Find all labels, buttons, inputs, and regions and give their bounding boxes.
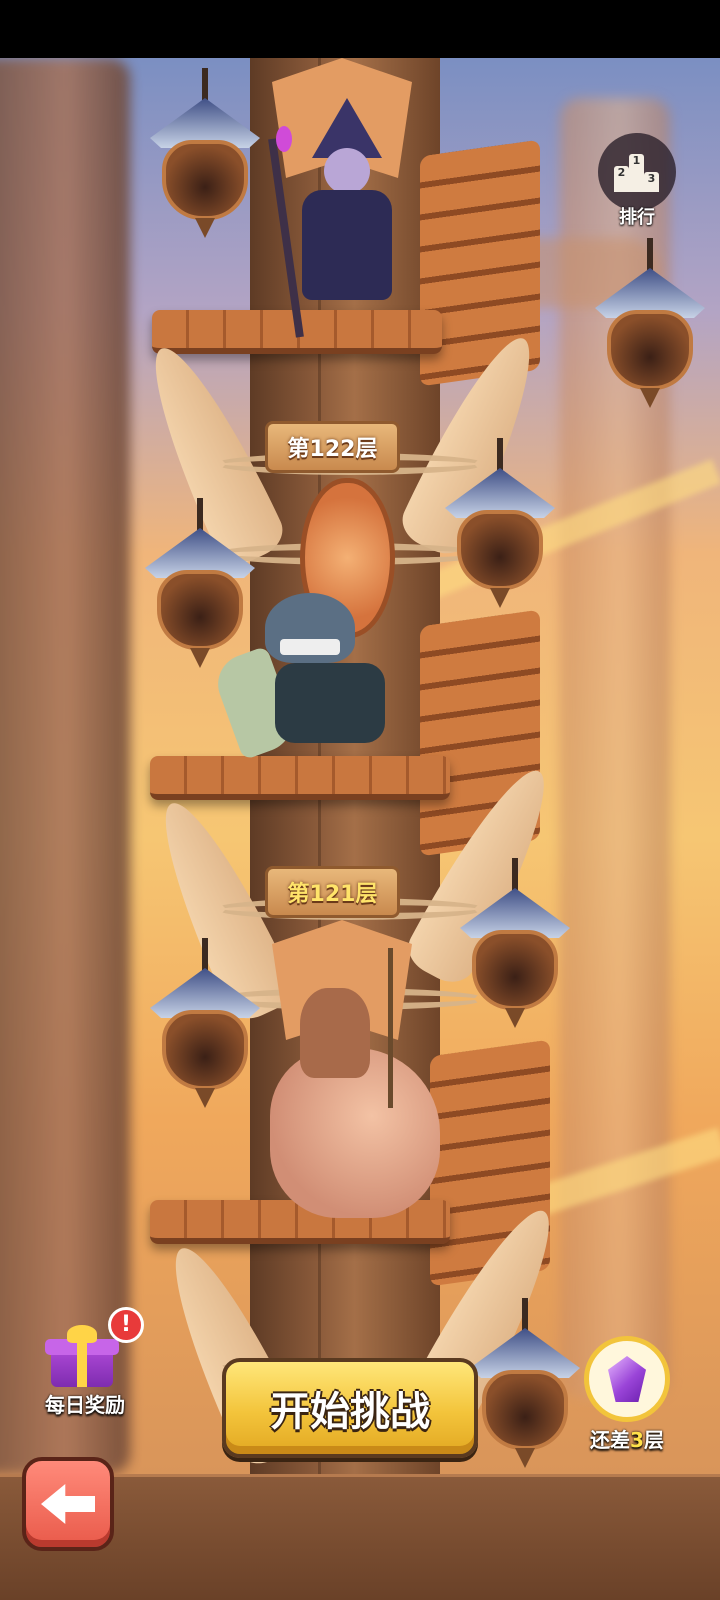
lantern <box>460 858 570 1028</box>
back-button[interactable] <box>22 1457 114 1551</box>
daily-reward-label: 每日奖励 <box>45 1393 125 1417</box>
tower-scene: 第122层 第121层 <box>0 58 720 1474</box>
gift-icon <box>45 1325 119 1387</box>
floors-remaining-count: 3 <box>630 1428 644 1452</box>
boar-rider-character[interactable] <box>270 948 450 1228</box>
purple-gem-icon <box>584 1336 670 1422</box>
lantern <box>595 238 705 408</box>
podium-digit: 3 <box>644 172 659 192</box>
start-challenge-button[interactable]: 开始挑战 <box>222 1358 478 1458</box>
gem-reward-button[interactable]: 还差3层 <box>572 1336 682 1452</box>
podium-digit: 1 <box>629 154 644 192</box>
notification-badge: ! <box>108 1307 144 1343</box>
floors-remaining-label: 还差3层 <box>590 1428 664 1452</box>
ranking-button[interactable]: 2 1 3 排行 <box>594 133 680 233</box>
podium-icon: 2 1 3 <box>598 133 676 211</box>
floor-sign-121: 第121层 <box>265 866 400 918</box>
lantern <box>445 438 555 608</box>
background-pillar-left <box>0 58 130 1474</box>
left-arrow-icon <box>41 1484 95 1524</box>
start-challenge-label: 开始挑战 <box>270 1389 430 1435</box>
lantern <box>150 68 260 238</box>
ranking-label: 排行 <box>619 207 655 228</box>
lantern <box>150 938 260 1108</box>
shark-boss-character[interactable] <box>209 593 425 763</box>
podium-digit: 2 <box>614 166 629 192</box>
status-bar <box>0 0 720 58</box>
witch-boss-character[interactable] <box>268 98 412 338</box>
floor-sign-122: 第122层 <box>265 421 400 473</box>
daily-reward-button[interactable]: ! 每日奖励 <box>30 1307 144 1419</box>
lantern <box>470 1298 580 1468</box>
